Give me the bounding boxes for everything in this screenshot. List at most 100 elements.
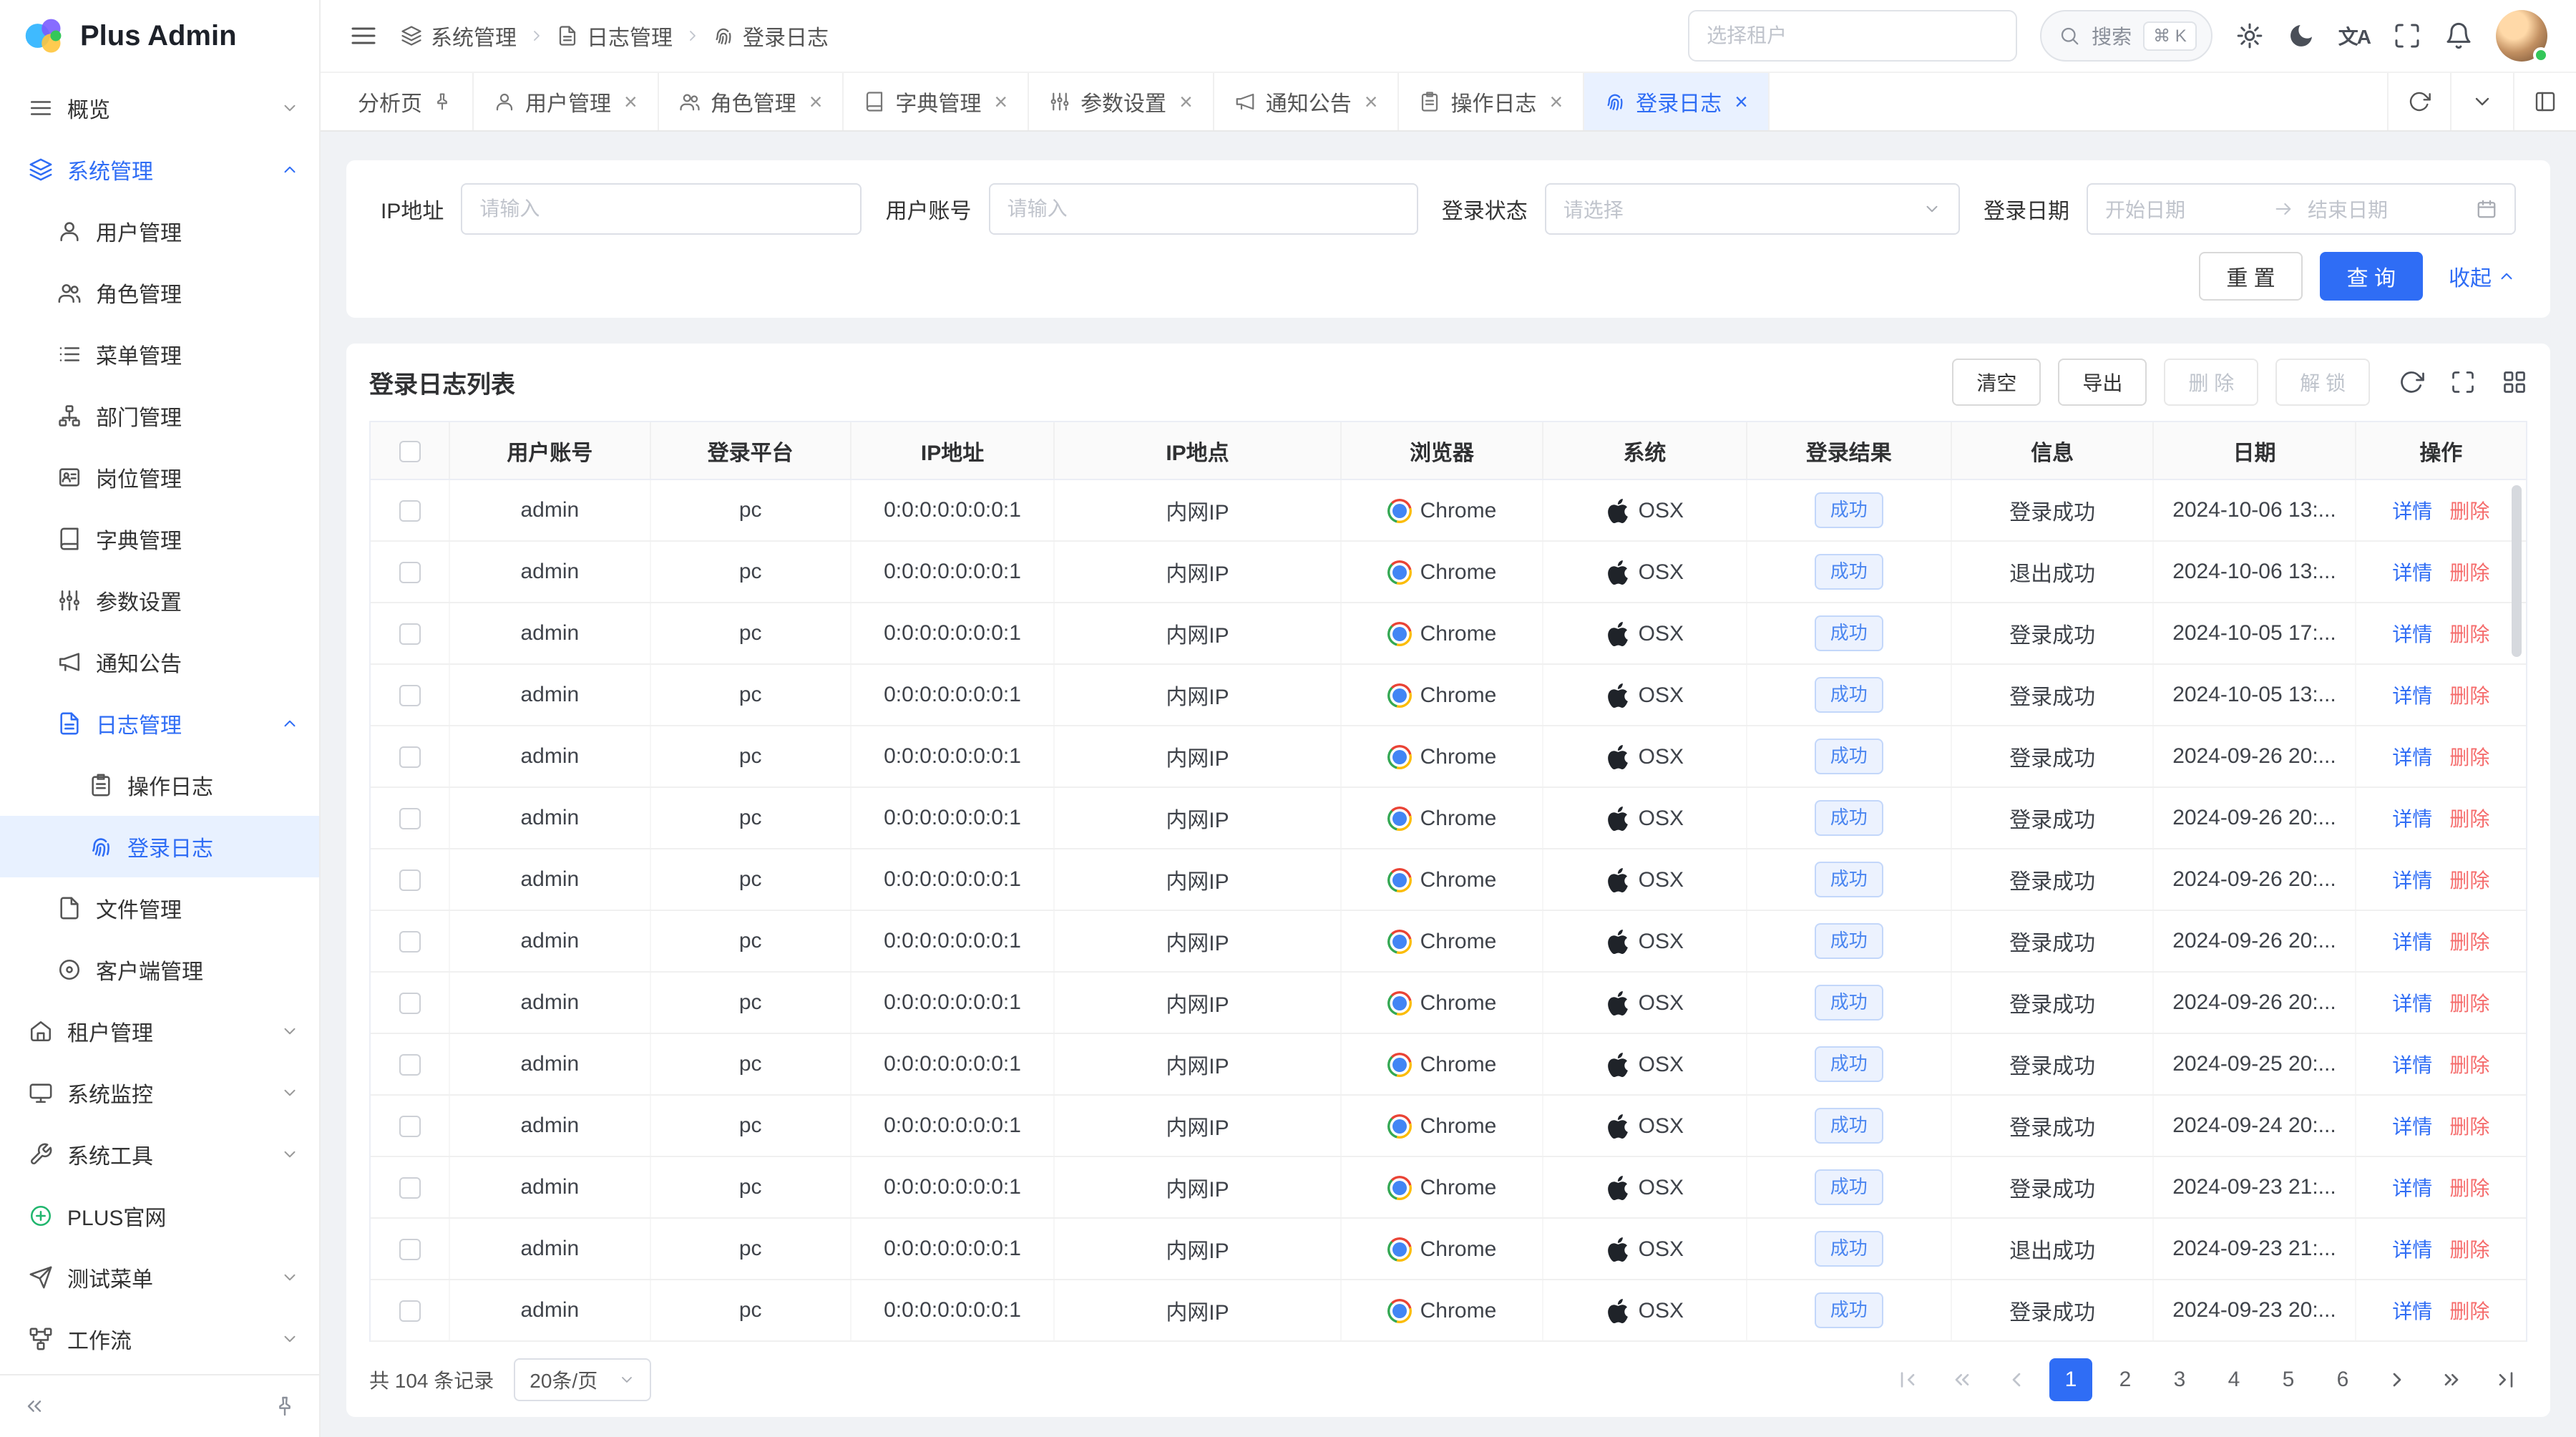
detail-link[interactable]: 详情 (2392, 623, 2432, 646)
detail-link[interactable]: 详情 (2392, 1239, 2432, 1261)
sidebar-item[interactable]: PLUS官网 (0, 1185, 319, 1247)
close-tab-icon[interactable]: × (1735, 90, 1748, 113)
close-tab-icon[interactable]: × (809, 90, 823, 113)
reset-button[interactable]: 重 置 (2199, 252, 2302, 301)
sidebar-item[interactable]: 客户端管理 (0, 939, 319, 1000)
page-number-button[interactable]: 1 (2049, 1358, 2092, 1401)
sidebar-item[interactable]: 操作日志 (0, 754, 319, 816)
clear-button[interactable]: 清空 (1952, 359, 2041, 406)
detail-link[interactable]: 详情 (2392, 808, 2432, 830)
notification-bell-icon[interactable] (2444, 21, 2473, 50)
row-checkbox[interactable] (399, 1177, 421, 1199)
page-size-select[interactable]: 20条/页 (514, 1358, 651, 1401)
page-number-button[interactable]: 6 (2321, 1358, 2364, 1401)
close-tab-icon[interactable]: × (1179, 90, 1193, 113)
settings-gear-icon[interactable] (2235, 21, 2264, 50)
detail-link[interactable]: 详情 (2392, 746, 2432, 769)
breadcrumb-item[interactable]: 日志管理 (557, 20, 673, 52)
row-checkbox[interactable] (399, 1116, 421, 1137)
delete-link[interactable]: 删除 (2449, 1116, 2489, 1138)
tab[interactable]: 角色管理× (659, 73, 844, 130)
row-checkbox[interactable] (399, 931, 421, 953)
delete-link[interactable]: 删除 (2449, 562, 2489, 584)
tenant-select-input[interactable] (1688, 10, 2017, 62)
sidebar-item[interactable]: 参数设置 (0, 570, 319, 631)
tab[interactable]: 操作日志× (1399, 73, 1584, 130)
breadcrumb-item[interactable]: 登录日志 (713, 20, 829, 52)
collapse-sidebar-icon[interactable] (23, 1395, 46, 1418)
fullscreen-icon[interactable] (2393, 21, 2421, 50)
row-checkbox[interactable] (399, 1300, 421, 1322)
delete-link[interactable]: 删除 (2449, 1177, 2489, 1199)
sidebar-item[interactable]: 角色管理 (0, 262, 319, 323)
dark-mode-moon-icon[interactable] (2287, 21, 2316, 50)
layout-toggle-button[interactable] (2513, 73, 2576, 130)
delete-link[interactable]: 删除 (2449, 931, 2489, 953)
delete-link[interactable]: 删除 (2449, 869, 2489, 892)
sidebar-item[interactable]: 系统监控 (0, 1062, 319, 1124)
sidebar-item[interactable]: 部门管理 (0, 385, 319, 447)
login-date-range-picker[interactable]: 开始日期 结束日期 (2087, 183, 2516, 235)
page-number-button[interactable]: 2 (2104, 1358, 2147, 1401)
user-avatar[interactable] (2496, 10, 2547, 62)
fullscreen-table-icon[interactable] (2450, 369, 2476, 395)
detail-link[interactable]: 详情 (2392, 500, 2432, 522)
row-checkbox[interactable] (399, 623, 421, 645)
user-account-input[interactable] (989, 183, 1418, 235)
login-status-select[interactable]: 请选择 (1545, 183, 1960, 235)
page-number-button[interactable]: 5 (2267, 1358, 2310, 1401)
row-checkbox[interactable] (399, 993, 421, 1014)
sidebar-item[interactable]: 系统工具 (0, 1124, 319, 1185)
sidebar-item[interactable]: 文件管理 (0, 877, 319, 939)
close-tab-icon[interactable]: × (1365, 90, 1378, 113)
sidebar-item[interactable]: 系统管理 (0, 139, 319, 200)
logo[interactable]: Plus Admin (0, 0, 319, 72)
page-number-button[interactable]: 3 (2158, 1358, 2201, 1401)
last-page-button[interactable] (2484, 1358, 2527, 1401)
query-button[interactable]: 查 询 (2320, 252, 2423, 301)
tabs-menu-button[interactable] (2450, 73, 2513, 130)
sidebar-item[interactable]: 日志管理 (0, 693, 319, 754)
tab[interactable]: 分析页 (338, 73, 474, 130)
refresh-table-icon[interactable] (2399, 369, 2424, 395)
detail-link[interactable]: 详情 (2392, 869, 2432, 892)
row-checkbox[interactable] (399, 500, 421, 522)
tab[interactable]: 字典管理× (844, 73, 1029, 130)
delete-link[interactable]: 删除 (2449, 746, 2489, 769)
sidebar-item[interactable]: 工作流 (0, 1308, 319, 1370)
refresh-tabs-button[interactable] (2387, 73, 2450, 130)
sidebar-item[interactable]: 租户管理 (0, 1000, 319, 1062)
sidebar-item[interactable]: 用户管理 (0, 200, 319, 262)
sidebar-item[interactable]: 字典管理 (0, 508, 319, 570)
tab[interactable]: 用户管理× (474, 73, 659, 130)
close-tab-icon[interactable]: × (624, 90, 638, 113)
detail-link[interactable]: 详情 (2392, 931, 2432, 953)
delete-link[interactable]: 删除 (2449, 808, 2489, 830)
delete-link[interactable]: 删除 (2449, 1054, 2489, 1076)
detail-link[interactable]: 详情 (2392, 1116, 2432, 1138)
sidebar-item[interactable]: 通知公告 (0, 631, 319, 693)
ip-address-input[interactable] (461, 183, 862, 235)
collapse-filters-link[interactable]: 收起 (2449, 260, 2516, 292)
sidebar-item[interactable]: 菜单管理 (0, 323, 319, 385)
row-checkbox[interactable] (399, 746, 421, 768)
page-number-button[interactable]: 4 (2212, 1358, 2255, 1401)
tab[interactable]: 参数设置× (1029, 73, 1214, 130)
detail-link[interactable]: 详情 (2392, 1177, 2432, 1199)
delete-link[interactable]: 删除 (2449, 1300, 2489, 1322)
delete-link[interactable]: 删除 (2449, 500, 2489, 522)
row-checkbox[interactable] (399, 685, 421, 706)
export-button[interactable]: 导出 (2058, 359, 2147, 406)
detail-link[interactable]: 详情 (2392, 562, 2432, 584)
sidebar-item[interactable]: 岗位管理 (0, 447, 319, 508)
row-checkbox[interactable] (399, 1054, 421, 1076)
row-checkbox[interactable] (399, 869, 421, 891)
hamburger-menu-icon[interactable] (349, 21, 378, 50)
select-all-checkbox[interactable] (399, 441, 421, 462)
column-settings-grid-icon[interactable] (2502, 369, 2527, 395)
row-checkbox[interactable] (399, 562, 421, 583)
jump-forward-button[interactable] (2430, 1358, 2473, 1401)
tab[interactable]: 登录日志× (1584, 73, 1770, 130)
delete-link[interactable]: 删除 (2449, 993, 2489, 1015)
detail-link[interactable]: 详情 (2392, 1300, 2432, 1322)
